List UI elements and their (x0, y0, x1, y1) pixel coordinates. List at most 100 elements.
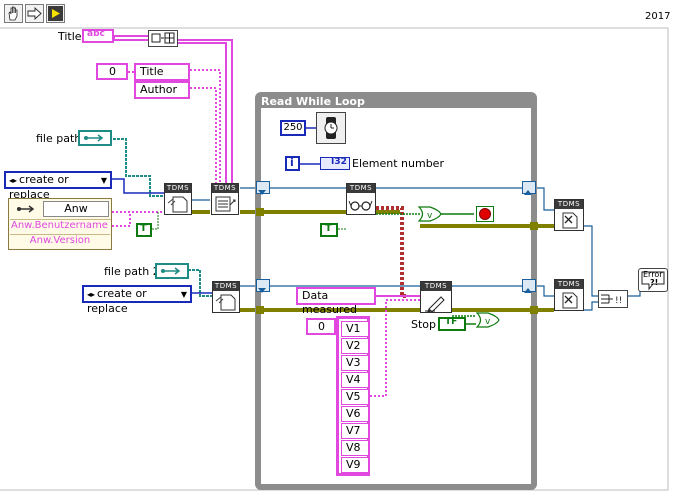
cluster-path-icon (17, 205, 35, 213)
tunnel-ref-right-1 (530, 222, 538, 230)
array-index-value: 0 (109, 65, 116, 78)
or-gate-2[interactable]: v (476, 312, 500, 328)
svg-text:!!: !! (615, 296, 622, 306)
shift-register-right-2[interactable] (522, 279, 536, 293)
iteration-value: i (290, 156, 294, 169)
tdms-open-1-header: TDMS (165, 184, 191, 193)
build-array-icon (151, 32, 175, 44)
group-name-constant[interactable]: Data measured (296, 287, 376, 316)
wait-ms-constant[interactable]: 250 (280, 120, 306, 136)
tdms-close-2-header: TDMS (555, 280, 583, 289)
set-properties-icon (215, 196, 236, 212)
error-question-icon: ?! (650, 278, 659, 287)
channel-v9: V9 (341, 457, 369, 473)
shift-register-right-1[interactable] (522, 181, 536, 195)
tunnel-ref-left-1 (256, 208, 264, 216)
triangle-up-2-icon (524, 288, 532, 293)
channel-v1: V1 (341, 321, 369, 337)
stop-label: Stop (411, 318, 437, 331)
tdms-write-header: TDMS (421, 282, 451, 291)
channels-array-index[interactable]: 0 (306, 318, 336, 335)
operation-enum-1[interactable]: ◂▸ create or replace ▼ (4, 171, 112, 201)
block-diagram: 2017 Title abc 0 Title Author file path … (0, 0, 675, 498)
tdms-close-1-header: TDMS (555, 200, 583, 209)
bool-2-value: T (325, 223, 332, 234)
tdms-close-node-1[interactable]: TDMS (554, 199, 584, 231)
channel-v7: V7 (341, 423, 369, 439)
element-number-label: Element number (352, 157, 444, 170)
path-2-icon (161, 267, 181, 275)
info-cluster-constant[interactable]: Anw Anw.Benutzername Anw.Version (8, 198, 112, 250)
file-close-icon (562, 212, 578, 229)
wire-close-out (584, 225, 598, 311)
tdms-open-node-1[interactable]: TDMS (164, 183, 192, 215)
enum-2-arrow-icon: ◂▸ (87, 290, 96, 299)
triangle-down-icon (258, 190, 266, 195)
tdms-write-node[interactable]: TDMS (420, 281, 452, 313)
channel-v2: V2 (341, 338, 369, 354)
path-icon (84, 134, 104, 142)
stop-condition-terminal[interactable] (476, 206, 494, 222)
wire-file-path (113, 138, 164, 197)
tdms-open-2-header: TDMS (213, 282, 239, 291)
channel-v3: V3 (341, 355, 369, 371)
channel-v6: V6 (341, 406, 369, 422)
glasses-icon (348, 200, 373, 211)
shift-register-left-2[interactable] (256, 279, 270, 293)
file-open-icon (167, 196, 188, 213)
merge-errors-icon: !! (601, 294, 622, 306)
cluster-field-version: Anw.Version (10, 234, 110, 249)
merge-errors-node[interactable]: !! (598, 290, 628, 308)
element-number-indicator: I32 (320, 157, 350, 170)
boolean-true-constant-2[interactable]: T (320, 223, 338, 237)
file-path-label: file path (36, 132, 82, 145)
format-node[interactable] (148, 30, 178, 47)
wire-bool-1 (152, 212, 159, 230)
dropdown-arrow-icon: ▼ (100, 176, 107, 185)
or-gate-1[interactable]: v (418, 206, 442, 222)
enum-left-arrow-icon: ◂▸ (9, 176, 18, 185)
file-path-control[interactable] (78, 130, 112, 146)
title-label: Title (58, 30, 82, 43)
metadata-item-author: Author (134, 81, 190, 99)
triangle-up-icon (524, 190, 532, 195)
metadata-item-title: Title (134, 63, 190, 81)
cluster-name: Anw (43, 201, 109, 217)
channel-v4: V4 (341, 372, 369, 388)
channels-array: V1 V2 V3 V4 V5 V6 V7 V8 V9 (336, 316, 370, 476)
or-symbol-1: v (427, 211, 433, 221)
stop-button-terminal[interactable]: TF (438, 317, 466, 331)
shift-register-left-1[interactable] (256, 181, 270, 195)
element-number-type: I32 (331, 157, 347, 167)
file-path-2-label: file path 2 (104, 265, 160, 278)
stop-tf-value: TF (445, 317, 458, 327)
triangle-down-2-icon (258, 288, 266, 293)
tdms-close-node-2[interactable]: TDMS (554, 279, 584, 311)
metadata-array-index[interactable]: 0 (96, 63, 128, 80)
error-handler-node[interactable]: Error ?! (638, 268, 668, 292)
tunnel-ref-right-2 (530, 306, 538, 314)
channel-v5: V5 (341, 389, 369, 405)
pencil-icon (425, 296, 445, 313)
tdms-read-node[interactable]: TDMS (346, 183, 376, 215)
iteration-terminal: i (285, 156, 300, 171)
channels-index-value: 0 (318, 320, 325, 333)
string-type-icon: abc (87, 29, 105, 39)
file-close-2-icon (562, 292, 578, 309)
tdms-read-header: TDMS (347, 184, 375, 193)
channel-v8: V8 (341, 440, 369, 456)
file-path-2-control[interactable] (155, 263, 189, 279)
boolean-true-constant-1[interactable]: T (136, 223, 152, 237)
operation-enum-2[interactable]: ◂▸ create or replace ▼ (82, 285, 192, 315)
wire-operation-1 (112, 178, 164, 194)
dropdown-2-arrow-icon: ▼ (180, 290, 187, 299)
tdms-set-properties-node[interactable]: TDMS (211, 183, 239, 215)
watch-icon (324, 117, 338, 139)
tdms-set-props-header: TDMS (212, 184, 238, 193)
wait-node[interactable] (316, 112, 346, 144)
bool-1-value: T (140, 223, 147, 234)
title-string-constant[interactable]: abc (82, 29, 114, 43)
tdms-open-node-2[interactable]: TDMS (212, 281, 240, 313)
stop-sign-icon (479, 208, 491, 220)
file-open-2-icon (215, 294, 236, 311)
